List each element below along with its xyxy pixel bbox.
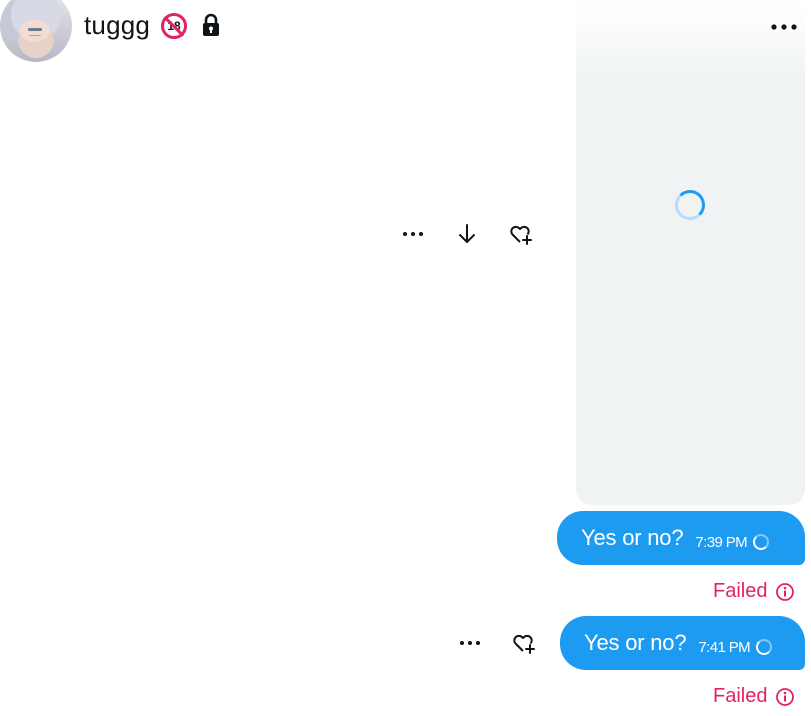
more-options-button[interactable]	[759, 4, 809, 50]
message-text: Yes or no?	[581, 525, 684, 550]
message-text: Yes or no?	[584, 630, 687, 655]
failed-status[interactable]: Failed	[713, 580, 795, 603]
media-actions	[400, 221, 534, 247]
message-more-button[interactable]	[457, 630, 483, 656]
more-horizontal-icon	[403, 232, 423, 236]
message-time: 7:41 PM	[698, 638, 751, 656]
sending-spinner-icon	[753, 534, 770, 550]
react-button[interactable]	[508, 221, 534, 247]
message-time: 7:39 PM	[695, 533, 748, 551]
lock-icon	[203, 13, 219, 36]
download-button[interactable]	[454, 221, 480, 247]
message-more-button[interactable]	[400, 221, 426, 247]
message-bubble[interactable]: Yes or no? 7:39 PM	[557, 511, 805, 565]
failed-status[interactable]: Failed	[713, 685, 795, 708]
conversation-header: tuggg 18	[0, 0, 575, 62]
download-arrow-icon	[459, 224, 475, 243]
message-bubble[interactable]: Yes or no? 7:41 PM	[560, 616, 805, 670]
age-restriction-icon: 18	[161, 13, 187, 39]
info-icon	[776, 687, 795, 706]
failed-label: Failed	[713, 580, 768, 602]
more-horizontal-icon	[460, 641, 480, 645]
react-button[interactable]	[511, 630, 537, 656]
info-icon	[776, 582, 795, 601]
heart-plus-icon	[510, 225, 532, 245]
message-actions	[457, 630, 537, 656]
username[interactable]: tuggg	[84, 10, 150, 41]
loading-spinner	[675, 190, 705, 220]
failed-label: Failed	[713, 685, 768, 707]
age-restriction-label: 18	[167, 19, 181, 33]
sending-spinner-icon	[756, 639, 773, 655]
heart-plus-icon	[513, 634, 535, 654]
more-horizontal-icon	[771, 24, 797, 30]
avatar[interactable]	[0, 0, 72, 62]
